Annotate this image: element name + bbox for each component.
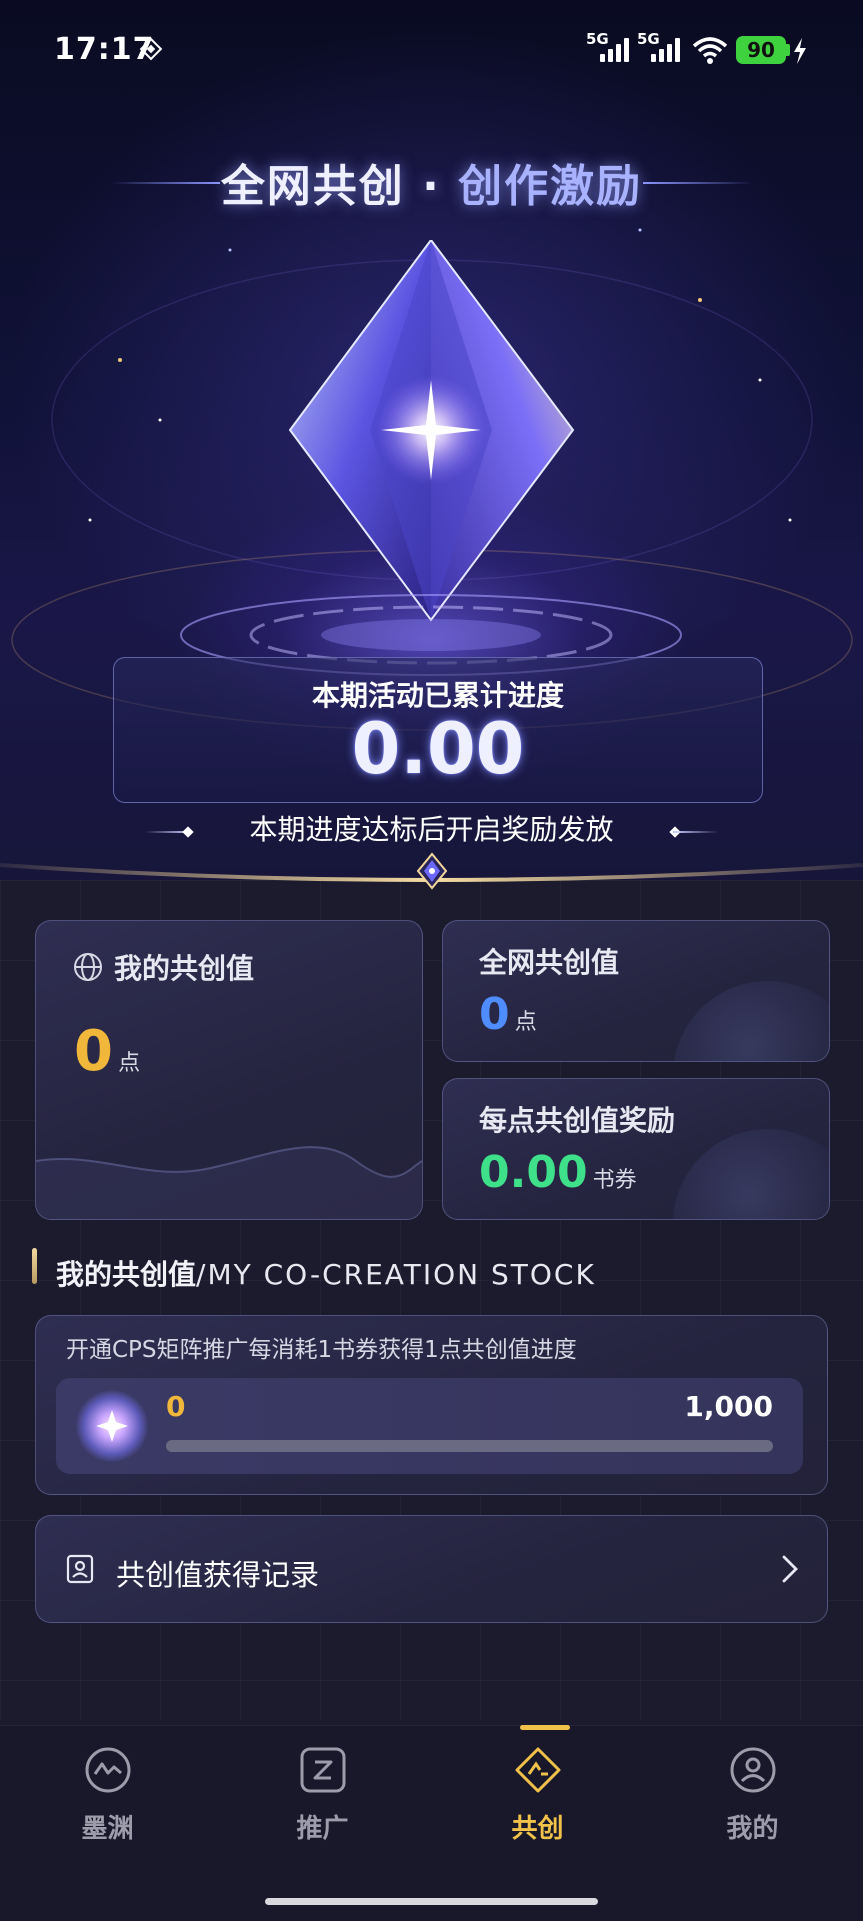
nav-label-mine: 我的 xyxy=(726,1814,779,1844)
battery-cap xyxy=(786,44,790,56)
chevron-right-icon xyxy=(782,1555,798,1583)
nav-active-indicator xyxy=(520,1725,570,1730)
stock-progress-panel: 0 1,000 xyxy=(56,1378,803,1474)
bottom-nav: 墨渊 推广 共创 我的 xyxy=(0,1725,863,1921)
wifi-icon xyxy=(692,37,728,64)
hero-title-main: 全网共创 xyxy=(220,161,405,212)
hero-banner: 全网共创 · 创作激励 本期活动已累计进度 0.00 本期进度达标后开启奖励发放 xyxy=(0,0,863,880)
wave-circle-icon xyxy=(85,1747,131,1793)
nav-item-moyuan[interactable]: 墨渊 xyxy=(0,1726,215,1876)
home-indicator[interactable] xyxy=(265,1898,598,1905)
my-value-card[interactable]: 我的共创值 0 点 xyxy=(35,920,423,1220)
nav-label-moyuan: 墨渊 xyxy=(81,1814,134,1844)
wave-decoration xyxy=(36,1146,422,1219)
network-value-readout: 0 点 xyxy=(479,989,537,1040)
network-type-2: 5G xyxy=(637,30,660,48)
signal-icon-2: 5G xyxy=(637,30,683,66)
stock-description: 开通CPS矩阵推广每消耗1书券获得1点共创值进度 xyxy=(66,1337,577,1363)
nav-item-cocreate[interactable]: 共创 xyxy=(430,1726,645,1876)
crystal-illustration xyxy=(288,240,575,622)
sparkle-orb-icon xyxy=(76,1390,148,1462)
section-title: 我的共创值/MY CO-CREATION STOCK xyxy=(56,1253,596,1293)
nav-item-promote[interactable]: 推广 xyxy=(215,1726,430,1876)
z-square-icon xyxy=(300,1747,346,1793)
reward-title: 每点共创值奖励 xyxy=(479,1104,676,1137)
hero-title-sep: · xyxy=(404,161,459,212)
status-bar: 17:17 5G 5G 90 xyxy=(0,0,863,104)
system-glyph-icon xyxy=(139,37,163,61)
stock-max: 1,000 xyxy=(684,1390,773,1423)
my-value-number: 0 xyxy=(74,1019,113,1084)
planet-decoration xyxy=(673,981,829,1061)
signal-icon: 5G xyxy=(586,30,632,66)
my-value-readout: 0 点 xyxy=(74,1019,140,1084)
charging-icon xyxy=(794,38,806,64)
hero-title: 全网共创 · 创作激励 xyxy=(0,150,863,220)
section-title-cn: 我的共创值 xyxy=(56,1258,197,1291)
battery-icon: 90 xyxy=(736,36,786,64)
my-value-title: 我的共创值 xyxy=(114,952,255,985)
stock-progress-track xyxy=(166,1440,773,1452)
co-create-icon xyxy=(515,1747,561,1793)
network-value-title: 全网共创值 xyxy=(479,946,620,979)
planet-decoration-2 xyxy=(673,1129,829,1219)
hero-note: 本期进度达标后开启奖励发放 xyxy=(249,813,614,846)
reward-number: 0.00 xyxy=(479,1147,588,1198)
record-row[interactable]: 共创值获得记录 xyxy=(35,1515,828,1623)
stock-current: 0 xyxy=(166,1390,186,1423)
network-value-number: 0 xyxy=(479,989,510,1040)
nav-label-promote: 推广 xyxy=(296,1814,349,1844)
network-type-1: 5G xyxy=(586,30,609,48)
section-accent-bar xyxy=(32,1248,37,1284)
my-value-unit: 点 xyxy=(118,1051,141,1076)
stock-card: 开通CPS矩阵推广每消耗1书券获得1点共创值进度 0 1,000 xyxy=(35,1315,828,1495)
profile-icon xyxy=(730,1747,776,1793)
activity-progress-box: 本期活动已累计进度 0.00 xyxy=(113,657,763,803)
record-label: 共创值获得记录 xyxy=(116,1558,320,1592)
nav-item-mine[interactable]: 我的 xyxy=(645,1726,860,1876)
reward-readout: 0.00 书券 xyxy=(479,1147,637,1198)
progress-value: 0.00 xyxy=(351,708,525,790)
network-value-unit: 点 xyxy=(514,1010,537,1035)
nav-label-cocreate: 共创 xyxy=(511,1814,564,1844)
network-value-card[interactable]: 全网共创值 0 点 xyxy=(442,920,830,1062)
note-line-right xyxy=(673,831,718,833)
section-title-en: /MY CO-CREATION STOCK xyxy=(196,1258,596,1291)
reward-unit: 书券 xyxy=(592,1168,637,1193)
hero-title-accent: 创作激励 xyxy=(458,161,643,212)
globe-icon xyxy=(74,953,102,981)
record-icon xyxy=(66,1554,94,1584)
reward-card[interactable]: 每点共创值奖励 0.00 书券 xyxy=(442,1078,830,1220)
